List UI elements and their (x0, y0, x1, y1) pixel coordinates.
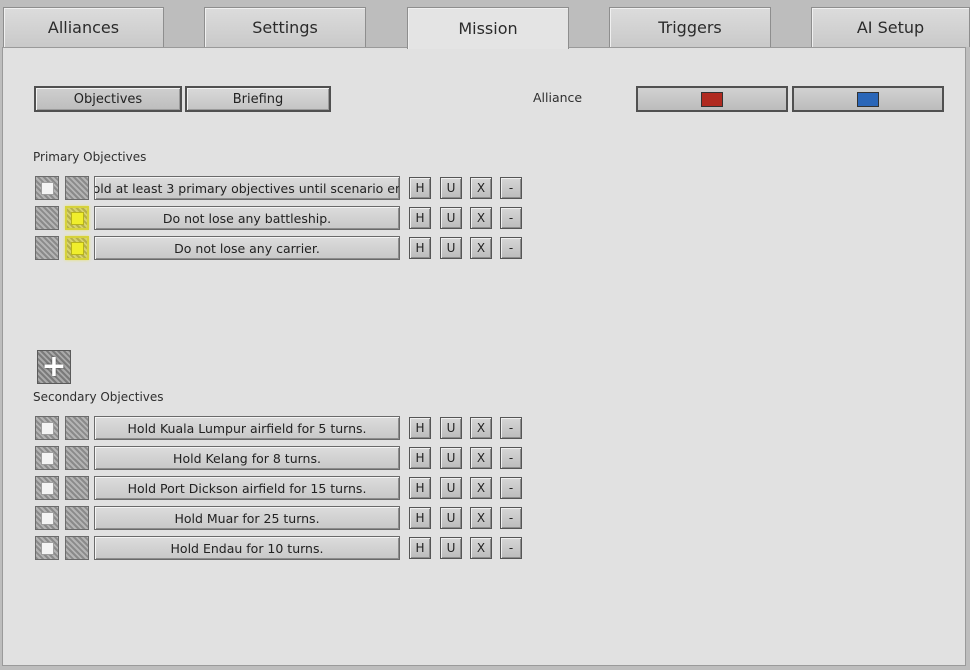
x-button[interactable]: X (470, 477, 492, 499)
enable-checkbox[interactable] (35, 206, 59, 230)
briefing-button[interactable]: Briefing (185, 86, 331, 112)
plus-icon: + (41, 349, 67, 384)
x-button[interactable]: X (470, 537, 492, 559)
alliance-blue-button[interactable] (792, 86, 944, 112)
objective-text[interactable]: Do not lose any battleship. (94, 206, 400, 230)
objective-text[interactable]: Hold Endau for 10 turns. (94, 536, 400, 560)
x-button[interactable]: X (470, 237, 492, 259)
objective-text[interactable]: Hold Kuala Lumpur airfield for 5 turns. (94, 416, 400, 440)
remove-button[interactable]: - (500, 207, 522, 229)
alliance-red-button[interactable] (636, 86, 788, 112)
secondary-objectives-title: Secondary Objectives (33, 390, 164, 404)
u-button[interactable]: U (440, 477, 462, 499)
select-checkbox[interactable] (65, 506, 89, 530)
select-checkbox[interactable] (65, 176, 89, 200)
enable-checkbox[interactable] (35, 236, 59, 260)
u-button[interactable]: U (440, 207, 462, 229)
remove-button[interactable]: - (500, 417, 522, 439)
h-button[interactable]: H (409, 447, 431, 469)
remove-button[interactable]: - (500, 177, 522, 199)
secondary-objective-row: Hold Endau for 10 turns. H U X - (34, 536, 524, 562)
remove-button[interactable]: - (500, 477, 522, 499)
tab-ai-setup[interactable]: AI Setup (811, 7, 970, 47)
secondary-objective-row: Hold Kuala Lumpur airfield for 5 turns. … (34, 416, 524, 442)
blue-swatch (857, 91, 879, 107)
primary-objective-row: Hold at least 3 primary objectives until… (34, 176, 524, 202)
objective-text[interactable]: Hold Port Dickson airfield for 15 turns. (94, 476, 400, 500)
primary-objective-row: Do not lose any battleship. H U X - (34, 206, 524, 232)
primary-objective-row: Do not lose any carrier. H U X - (34, 236, 524, 262)
u-button[interactable]: U (440, 177, 462, 199)
select-checkbox[interactable] (65, 416, 89, 440)
h-button[interactable]: H (409, 177, 431, 199)
secondary-objective-row: Hold Kelang for 8 turns. H U X - (34, 446, 524, 472)
enable-checkbox[interactable] (35, 416, 59, 440)
u-button[interactable]: U (440, 507, 462, 529)
enable-checkbox[interactable] (35, 476, 59, 500)
x-button[interactable]: X (470, 417, 492, 439)
objective-text[interactable]: Hold Kelang for 8 turns. (94, 446, 400, 470)
alliance-label: Alliance (533, 90, 583, 105)
remove-button[interactable]: - (500, 237, 522, 259)
u-button[interactable]: U (440, 417, 462, 439)
x-button[interactable]: X (470, 207, 492, 229)
objective-text[interactable]: Hold at least 3 primary objectives until… (94, 176, 400, 200)
remove-button[interactable]: - (500, 507, 522, 529)
h-button[interactable]: H (409, 237, 431, 259)
objective-text[interactable]: Do not lose any carrier. (94, 236, 400, 260)
tab-settings[interactable]: Settings (204, 7, 366, 47)
select-checkbox-highlighted[interactable] (65, 236, 89, 260)
select-checkbox[interactable] (65, 476, 89, 500)
h-button[interactable]: H (409, 477, 431, 499)
u-button[interactable]: U (440, 537, 462, 559)
x-button[interactable]: X (470, 447, 492, 469)
h-button[interactable]: H (409, 507, 431, 529)
objective-text[interactable]: Hold Muar for 25 turns. (94, 506, 400, 530)
select-checkbox[interactable] (65, 536, 89, 560)
h-button[interactable]: H (409, 537, 431, 559)
primary-objectives-title: Primary Objectives (33, 150, 147, 164)
u-button[interactable]: U (440, 237, 462, 259)
tab-triggers[interactable]: Triggers (609, 7, 771, 47)
objectives-button[interactable]: Objectives (34, 86, 182, 112)
tab-alliances[interactable]: Alliances (3, 7, 164, 47)
enable-checkbox[interactable] (35, 176, 59, 200)
remove-button[interactable]: - (500, 537, 522, 559)
h-button[interactable]: H (409, 417, 431, 439)
enable-checkbox[interactable] (35, 536, 59, 560)
enable-checkbox[interactable] (35, 446, 59, 470)
u-button[interactable]: U (440, 447, 462, 469)
remove-button[interactable]: - (500, 447, 522, 469)
x-button[interactable]: X (470, 507, 492, 529)
select-checkbox[interactable] (65, 446, 89, 470)
select-checkbox-highlighted[interactable] (65, 206, 89, 230)
h-button[interactable]: H (409, 207, 431, 229)
red-swatch (701, 91, 723, 107)
secondary-objective-row: Hold Port Dickson airfield for 15 turns.… (34, 476, 524, 502)
add-objective-button[interactable]: + (37, 350, 71, 384)
x-button[interactable]: X (470, 177, 492, 199)
enable-checkbox[interactable] (35, 506, 59, 530)
secondary-objective-row: Hold Muar for 25 turns. H U X - (34, 506, 524, 532)
mission-panel (2, 47, 966, 666)
tab-mission[interactable]: Mission (407, 7, 569, 49)
